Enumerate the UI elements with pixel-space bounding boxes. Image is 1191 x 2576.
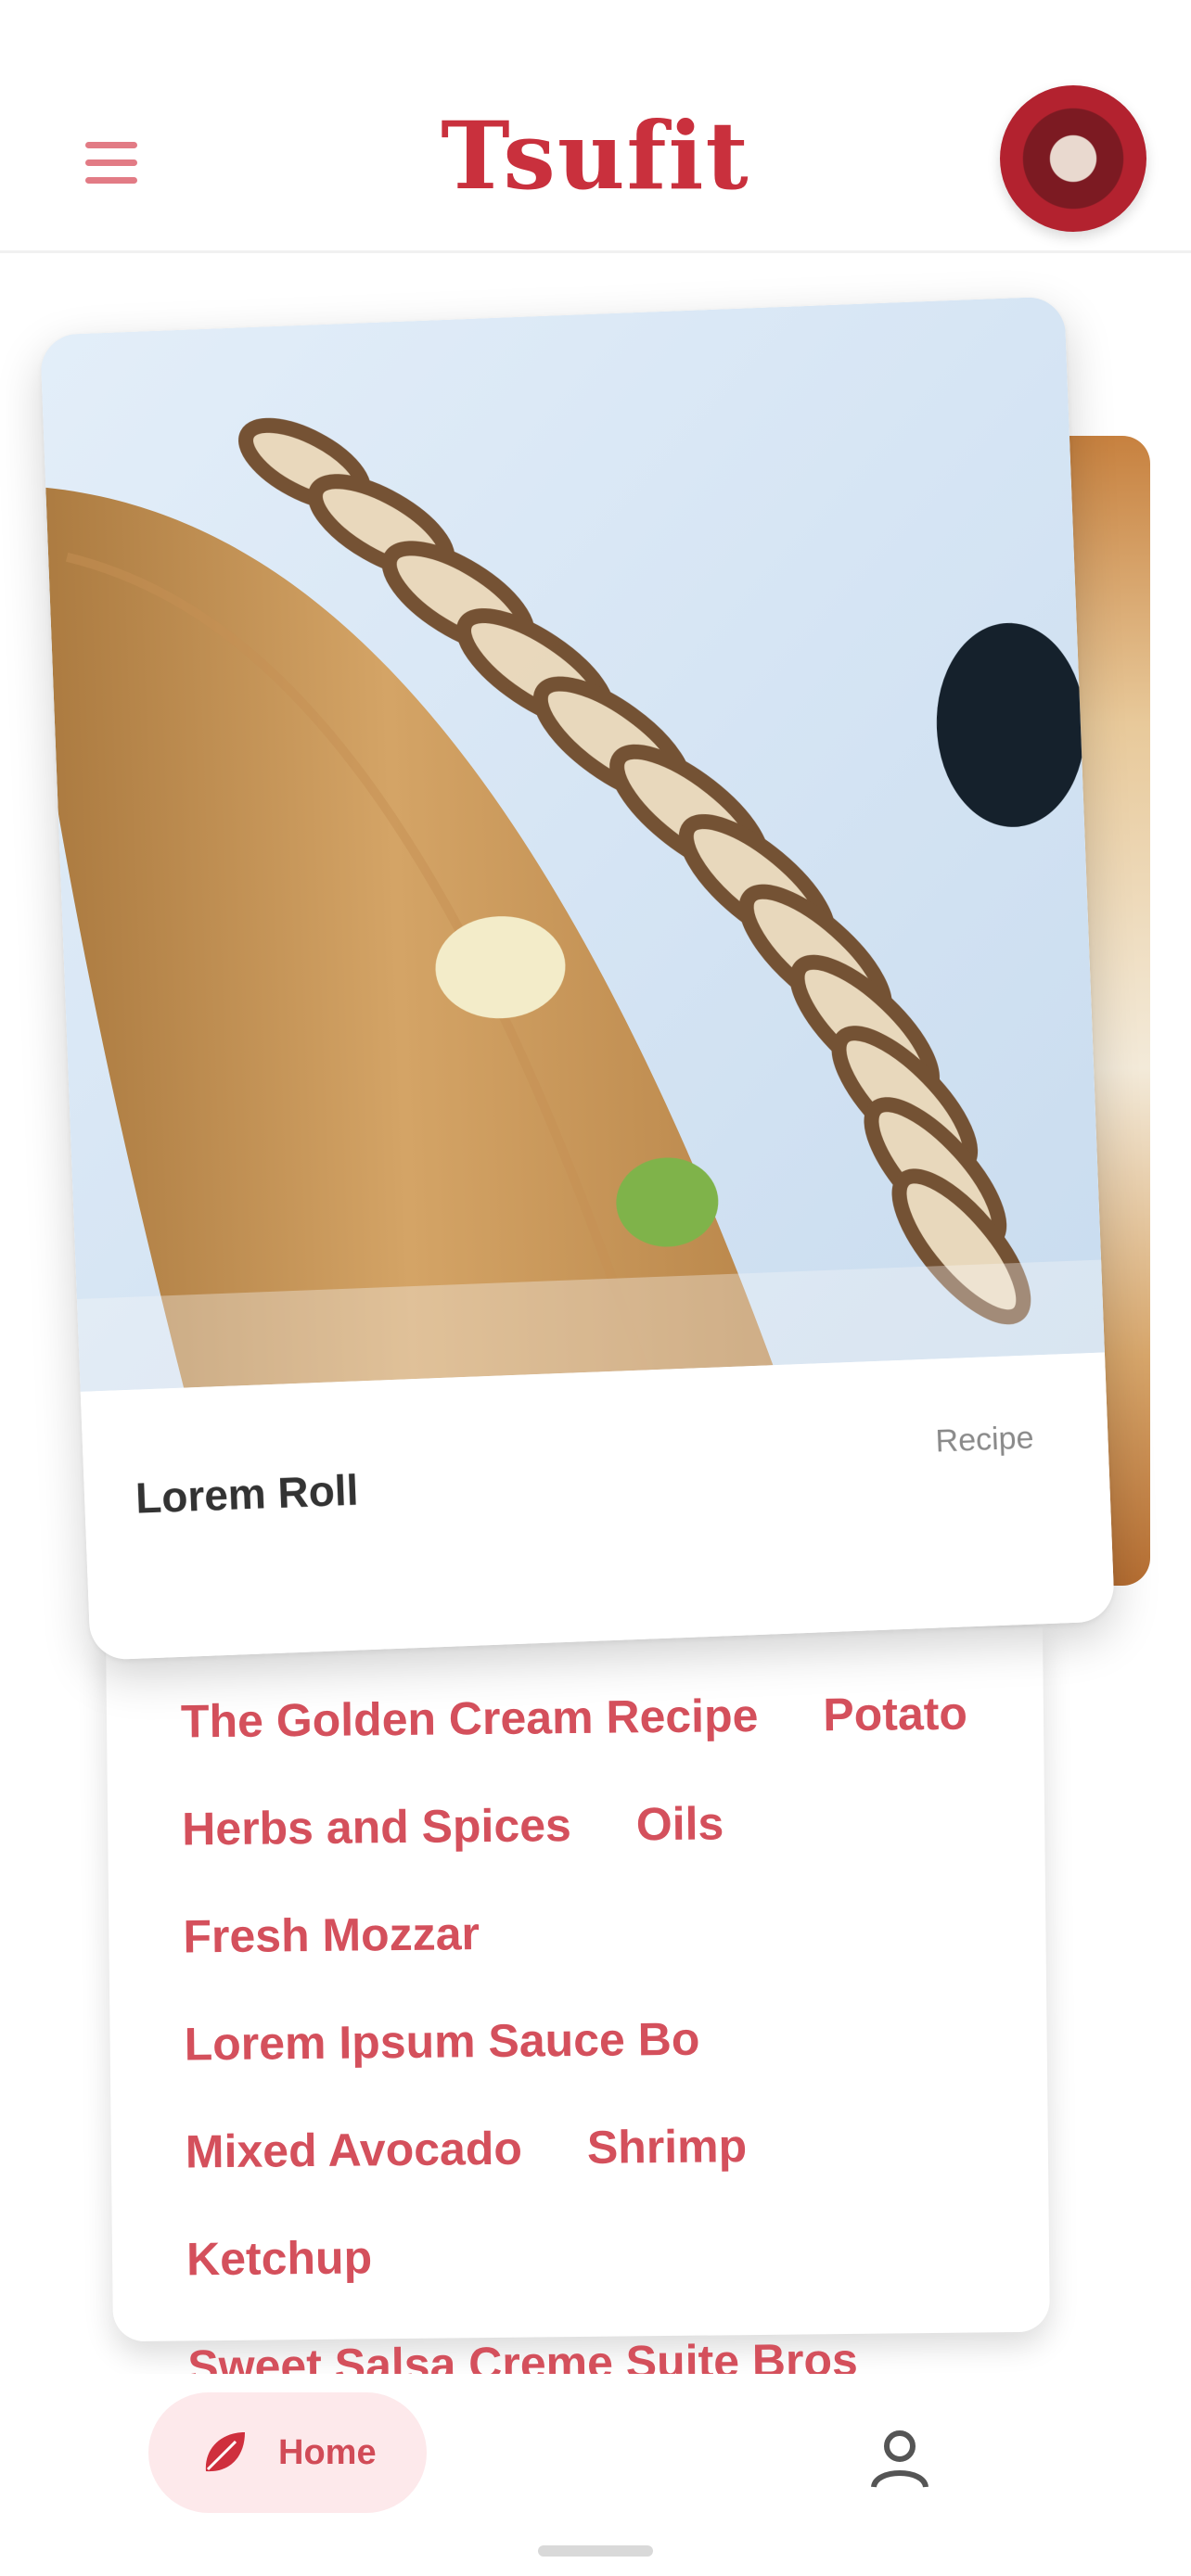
recipe-info: Lorem Roll Recipe <box>80 1352 1116 1661</box>
home-indicator <box>538 2545 653 2557</box>
ingredient-tag: Fresh Mozzar <box>183 1907 480 1963</box>
app-screen: Tsufit The Golden Cream Recipe Potato He… <box>0 0 1191 2576</box>
ingredient-tag: Herbs and Spices <box>181 1799 572 1855</box>
nav-home-label: Home <box>278 2432 377 2472</box>
recipe-meta: Recipe <box>934 1420 1035 1460</box>
recipe-name: Lorem Roll <box>134 1465 360 1523</box>
profile-avatar[interactable] <box>1000 85 1146 232</box>
ingredient-tag: Mixed Avocado <box>185 2122 523 2178</box>
ingredient-tag: Shrimp <box>586 2120 748 2174</box>
ingredient-tags: The Golden Cream Recipe Potato Herbs and… <box>181 1683 995 2396</box>
nav-home-button[interactable]: Home <box>148 2392 427 2513</box>
recipe-card[interactable]: Lorem Roll Recipe <box>39 296 1116 1661</box>
app-header: Tsufit <box>0 0 1191 253</box>
ingredient-tag: Lorem Ipsum Sauce Bo <box>184 2012 700 2071</box>
ingredient-tag: Potato <box>823 1687 968 1741</box>
ingredient-tag: Ketchup <box>186 2231 373 2286</box>
leaf-icon <box>205 2432 245 2472</box>
recipe-photo-illustration <box>39 296 1105 1392</box>
ingredient-tag: Oils <box>635 1797 724 1851</box>
user-profile-icon[interactable] <box>863 2422 937 2496</box>
ingredients-panel: The Golden Cream Recipe Potato Herbs and… <box>106 1626 1050 2392</box>
ingredient-tag: The Golden Cream Recipe <box>180 1689 759 1748</box>
recipe-photo <box>39 296 1105 1392</box>
